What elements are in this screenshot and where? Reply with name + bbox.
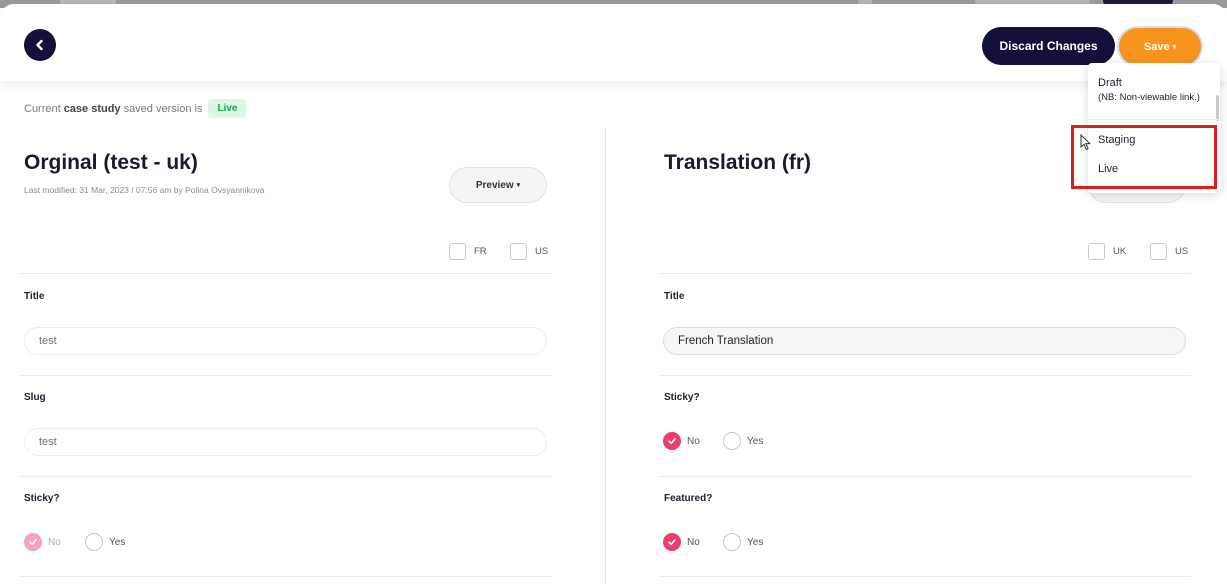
editor-header: Discard Changes Save ▾ [0, 4, 1227, 81]
original-sticky-label: Sticky? [24, 493, 60, 504]
checkbox-us[interactable]: US [510, 243, 548, 260]
chevron-left-icon [36, 39, 43, 51]
radio-label: No [687, 536, 700, 548]
radio-label: Yes [109, 536, 126, 548]
translation-sticky-no-radio[interactable]: No [663, 432, 700, 450]
status-badge: Live [208, 99, 247, 118]
translation-sticky-yes-radio[interactable]: Yes [723, 432, 763, 450]
original-title-input[interactable]: test [24, 327, 547, 355]
page-sheet [0, 4, 1227, 584]
menu-scrollbar[interactable] [1216, 95, 1219, 121]
preview-button[interactable]: Preview ▾ [449, 167, 547, 203]
translation-title-input[interactable]: French Translation [663, 327, 1186, 355]
section-divider [20, 576, 552, 577]
radio-label: Yes [747, 536, 764, 548]
original-title-label: Title [24, 291, 45, 302]
save-label: Save [1143, 40, 1170, 53]
section-divider [659, 273, 1191, 274]
checkbox-label: US [535, 246, 549, 257]
discard-changes-button[interactable]: Discard Changes [982, 27, 1115, 65]
menu-item-draft-note: (NB: Non-viewable link.) [1098, 92, 1200, 103]
radio-label: No [48, 536, 61, 548]
checkbox-box[interactable] [1150, 243, 1167, 260]
radio-checked-icon [663, 432, 681, 450]
checkbox-box[interactable] [510, 243, 527, 260]
menu-item-draft[interactable]: Draft [1098, 77, 1122, 89]
discard-changes-label: Discard Changes [999, 39, 1098, 53]
radio-checked-icon [24, 533, 42, 551]
mouse-cursor-icon [1080, 134, 1091, 151]
original-sticky-no-radio[interactable]: No [24, 533, 61, 551]
checkbox-box[interactable] [449, 243, 466, 260]
translation-sticky-label: Sticky? [664, 392, 700, 403]
translation-featured-label: Featured? [664, 493, 713, 504]
status-entity: case study [63, 102, 121, 115]
translation-panel-title: Translation (fr) [664, 151, 812, 174]
checkbox-label: FR [474, 246, 487, 257]
column-divider [605, 127, 606, 584]
checkbox-label: US [1175, 246, 1189, 257]
annotation-highlight-box [1071, 125, 1217, 189]
section-divider [20, 273, 552, 274]
section-divider [659, 375, 1191, 376]
status-prefix: Current [24, 102, 61, 115]
checkbox-box[interactable] [1088, 243, 1105, 260]
section-divider [20, 476, 552, 477]
status-suffix: saved version is [123, 102, 203, 115]
radio-checked-icon [663, 533, 681, 551]
checkbox-us-translation[interactable]: US [1150, 243, 1188, 260]
saved-version-status: Current case study saved version is Live [24, 99, 247, 118]
chevron-down-icon: ▾ [516, 182, 521, 189]
back-button[interactable] [24, 29, 56, 61]
translation-title-label: Title [664, 291, 685, 302]
radio-label: Yes [747, 435, 764, 447]
last-modified-text: Last modified: 31 Mar, 2023 / 07:56 am b… [24, 185, 265, 195]
original-sticky-yes-radio[interactable]: Yes [85, 533, 125, 551]
radio-label: No [687, 435, 700, 447]
translation-featured-no-radio[interactable]: No [663, 533, 700, 551]
section-divider [659, 576, 1191, 577]
original-panel-title: Orginal (test - uk) [24, 151, 198, 174]
section-divider [659, 476, 1191, 477]
radio-unchecked-icon [85, 533, 103, 551]
radio-unchecked-icon [723, 533, 741, 551]
menu-divider [1088, 119, 1220, 120]
radio-unchecked-icon [723, 432, 741, 450]
translation-featured-yes-radio[interactable]: Yes [723, 533, 763, 551]
checkbox-uk[interactable]: UK [1088, 243, 1126, 260]
original-slug-input[interactable]: test [24, 428, 547, 456]
checkbox-fr[interactable]: FR [449, 243, 487, 260]
save-button[interactable]: Save ▾ [1119, 28, 1201, 65]
preview-label: Preview [475, 179, 514, 191]
section-divider [20, 375, 552, 376]
original-slug-label: Slug [24, 392, 46, 403]
chevron-down-icon: ▾ [1172, 43, 1177, 51]
checkbox-label: UK [1113, 246, 1127, 257]
